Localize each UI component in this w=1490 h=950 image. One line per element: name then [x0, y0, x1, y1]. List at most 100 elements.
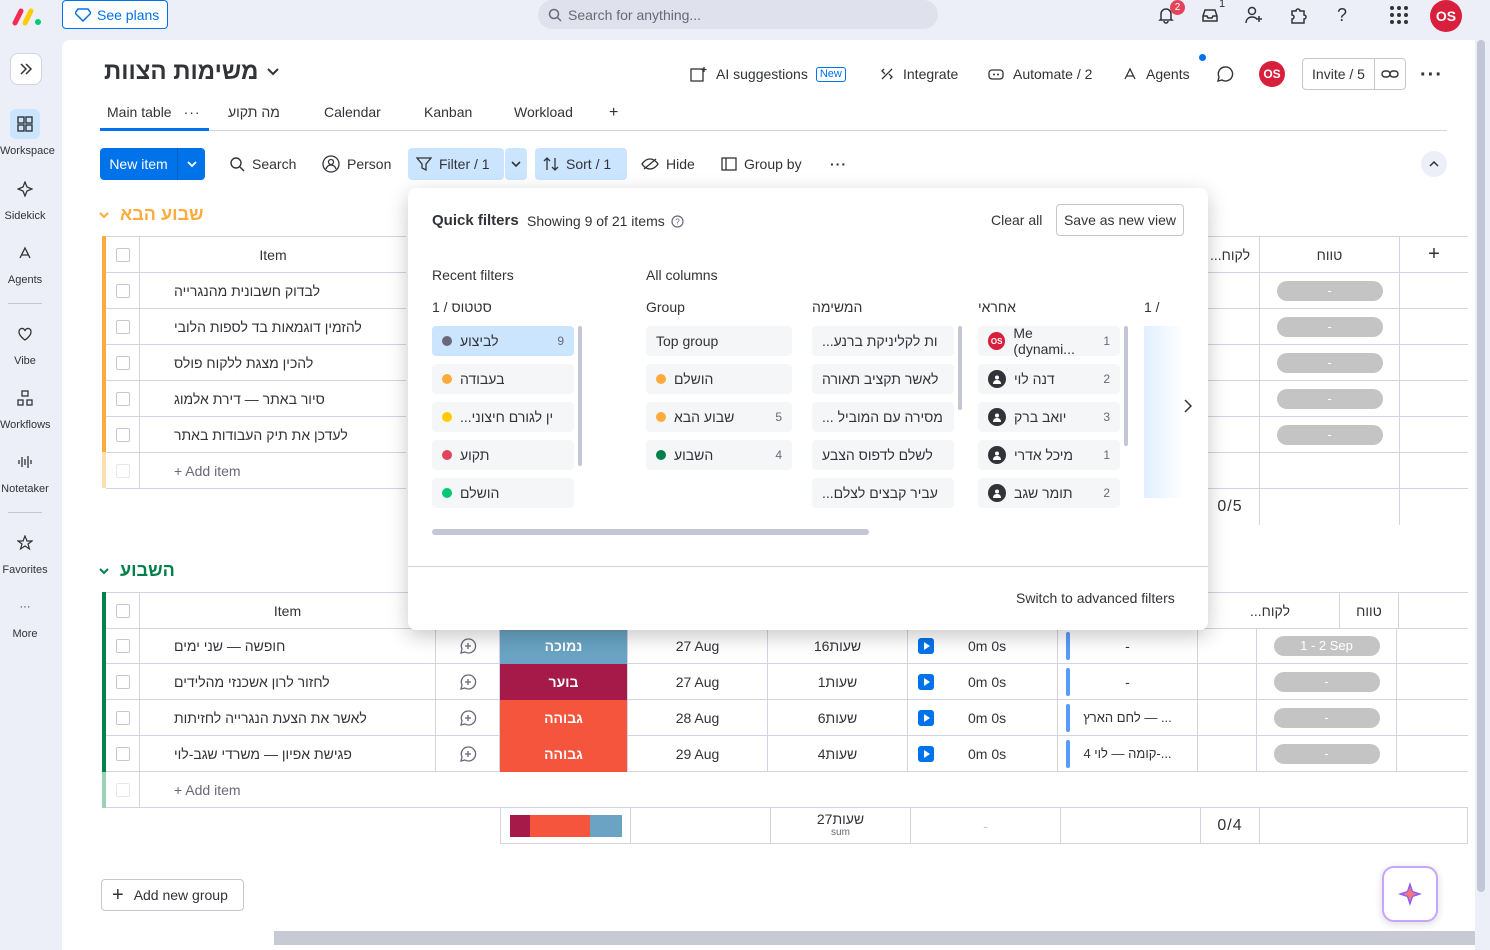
rail-sidekick[interactable]: Sidekick: [0, 174, 50, 222]
hours-cell[interactable]: 6שעות: [768, 699, 908, 736]
range-pill[interactable]: -: [1273, 707, 1380, 728]
table-row[interactable]: סיור באתר — דירת אלמוג: [106, 380, 406, 417]
item-name[interactable]: לאשר את הצעת הנגרייה לחזיתות: [140, 699, 436, 736]
play-timer-icon[interactable]: [918, 673, 934, 690]
recent-list-scrollbar[interactable]: [578, 326, 582, 466]
group-by-button[interactable]: Group by: [713, 148, 810, 180]
hours-cell[interactable]: 4שעות: [768, 735, 908, 772]
item-name[interactable]: לחזור לרון אשכנזי מהלידים: [140, 663, 436, 700]
filter-button[interactable]: Filter / 1: [408, 148, 504, 180]
clear-all-button[interactable]: Clear all: [991, 212, 1042, 228]
add-item-row[interactable]: + Add item: [106, 771, 1468, 808]
table-row[interactable]: חופשה — שני ימים נמוכה 27 Aug 16שעות 0m …: [106, 627, 1468, 664]
range-pill[interactable]: -: [1276, 352, 1383, 373]
rail-agents[interactable]: Agents: [0, 238, 50, 286]
rail-workspace[interactable]: Workspace: [0, 109, 55, 157]
global-search-input[interactable]: Search for anything...: [538, 0, 938, 29]
tab-calendar[interactable]: Calendar: [324, 104, 381, 131]
updates-chat-icon[interactable]: [1216, 62, 1234, 86]
range-pill[interactable]: -: [1276, 316, 1383, 337]
switch-to-advanced-filters-link[interactable]: Switch to advanced filters: [1016, 590, 1175, 606]
client-cell[interactable]: לחם הארץ — ...: [1083, 710, 1172, 725]
automate-button[interactable]: Automate / 2: [987, 62, 1092, 86]
client-cell[interactable]: -: [1125, 674, 1130, 690]
hours-cell[interactable]: 16שעות: [768, 627, 908, 664]
table-row[interactable]: לאשר את הצעת הנגרייה לחזיתות גבוהה 28 Au…: [106, 699, 1468, 736]
inbox-icon[interactable]: 1: [1197, 0, 1225, 28]
add-item-input[interactable]: + Add item: [140, 782, 241, 798]
chevron-down-icon[interactable]: [178, 160, 205, 168]
date-cell[interactable]: 29 Aug: [628, 735, 768, 772]
tab-options-icon[interactable]: ···: [184, 104, 201, 120]
date-cell[interactable]: 28 Aug: [628, 699, 768, 736]
columns-horizontal-scrollbar[interactable]: [432, 529, 869, 535]
filter-chip-group-next-week[interactable]: שבוע הבא 5: [646, 402, 792, 432]
range-pill[interactable]: -: [1276, 424, 1383, 445]
rail-vibe[interactable]: Vibe: [0, 319, 50, 367]
group-title[interactable]: השבוע: [120, 560, 175, 581]
board-menu-dots-icon[interactable]: ···: [1420, 64, 1443, 87]
ai-suggestions-button[interactable]: AI suggestions New: [690, 62, 846, 86]
column-header-item[interactable]: Item: [140, 247, 406, 263]
chevron-right-icon[interactable]: [1178, 396, 1198, 416]
item-name[interactable]: להזמין דוגמאות בד לספות הלובי: [140, 319, 362, 335]
column-header-range[interactable]: טווח: [1260, 236, 1400, 273]
filter-dropdown-chevron-icon[interactable]: [505, 148, 527, 180]
search-button[interactable]: Search: [221, 148, 304, 180]
filter-chip-task[interactable]: לשלם לדפוס הצבע: [812, 440, 954, 470]
filter-chip-owner-me[interactable]: OS Me (dynami... 1: [978, 325, 1120, 357]
add-update-icon[interactable]: [436, 735, 500, 772]
filter-chip-owner[interactable]: תומר שגב 2: [978, 478, 1120, 508]
item-name[interactable]: להכין מצגת ללקוח פולס: [140, 355, 313, 371]
help-icon[interactable]: ?: [1329, 2, 1355, 28]
filter-chip-owner[interactable]: יואב ברק 3: [978, 402, 1120, 432]
table-row[interactable]: להכין מצגת ללקוח פולס: [106, 344, 406, 381]
column-header-item[interactable]: Item: [140, 592, 436, 629]
monday-logo[interactable]: [12, 5, 44, 27]
priority-cell[interactable]: נמוכה: [500, 627, 628, 664]
board-title[interactable]: משימות הצוות: [104, 58, 280, 86]
filter-chip-todo[interactable]: לביצוע 9: [432, 326, 574, 356]
filter-chip-top-group[interactable]: Top group: [646, 326, 792, 356]
item-name[interactable]: חופשה — שני ימים: [140, 627, 436, 664]
item-name[interactable]: לעדכן את תיק העבודות באתר: [140, 427, 348, 443]
chevron-down-icon[interactable]: [98, 211, 110, 219]
group-header-this-week[interactable]: השבוע: [98, 560, 175, 581]
filter-chip-owner[interactable]: מיכל אדרי 1: [978, 440, 1120, 470]
group-title[interactable]: שבוע הבא: [120, 204, 204, 225]
play-timer-icon[interactable]: [918, 709, 934, 726]
add-column-plus-icon[interactable]: +: [1400, 243, 1468, 266]
collapse-header-chevron-up-icon[interactable]: [1421, 151, 1447, 177]
rail-more[interactable]: ··· More: [0, 592, 50, 640]
filter-chip-task[interactable]: ...ות לקליניקת ברנע: [812, 326, 954, 356]
range-pill[interactable]: -: [1273, 671, 1380, 692]
row-checkbox[interactable]: [115, 638, 130, 653]
owner-list-scrollbar[interactable]: [1124, 326, 1128, 446]
select-all-checkbox[interactable]: [115, 247, 130, 262]
filter-chip-group-this-week[interactable]: השבוע 4: [646, 440, 792, 470]
ai-assistant-sparkle-icon[interactable]: [1382, 866, 1438, 922]
table-row[interactable]: להזמין דוגמאות בד לספות הלובי: [106, 308, 406, 345]
add-view-plus-icon[interactable]: +: [609, 104, 618, 131]
expand-sidebar-button[interactable]: [10, 53, 42, 85]
invite-button[interactable]: Invite / 5: [1302, 58, 1406, 90]
item-name[interactable]: סיור באתר — דירת אלמוג: [140, 391, 325, 407]
column-header-client[interactable]: ...לקוח: [1200, 592, 1340, 629]
table-row[interactable]: פגישת אפיון — משרדי שגב-לוי גבוהה 29 Aug…: [106, 735, 1468, 772]
add-item-row[interactable]: + Add item: [106, 452, 406, 489]
filter-chip-owner[interactable]: דנה לוי 2: [978, 364, 1120, 394]
item-name[interactable]: פגישת אפיון — משרדי שגב-לוי: [140, 735, 436, 772]
filter-chip-waiting[interactable]: ...ין לגורם חיצוני: [432, 402, 574, 432]
filter-chip-group-done[interactable]: הושלם: [646, 364, 792, 394]
play-timer-icon[interactable]: [918, 637, 934, 654]
tab-main-table[interactable]: Main table ···: [107, 104, 201, 131]
table-row[interactable]: לעדכן את תיק העבודות באתר: [106, 416, 406, 453]
add-new-group-button[interactable]: + Add new group: [101, 879, 244, 911]
filter-chip-stuck[interactable]: תקוע: [432, 440, 574, 470]
sort-button[interactable]: Sort / 1: [535, 148, 627, 180]
app-grid-icon[interactable]: [1386, 2, 1412, 28]
range-pill[interactable]: -: [1276, 388, 1383, 409]
toolbar-more-dots-icon[interactable]: ···: [822, 148, 855, 180]
filter-chip-task[interactable]: ... מסירה עם המוביל: [812, 402, 954, 432]
agents-button[interactable]: Agents: [1122, 62, 1190, 86]
